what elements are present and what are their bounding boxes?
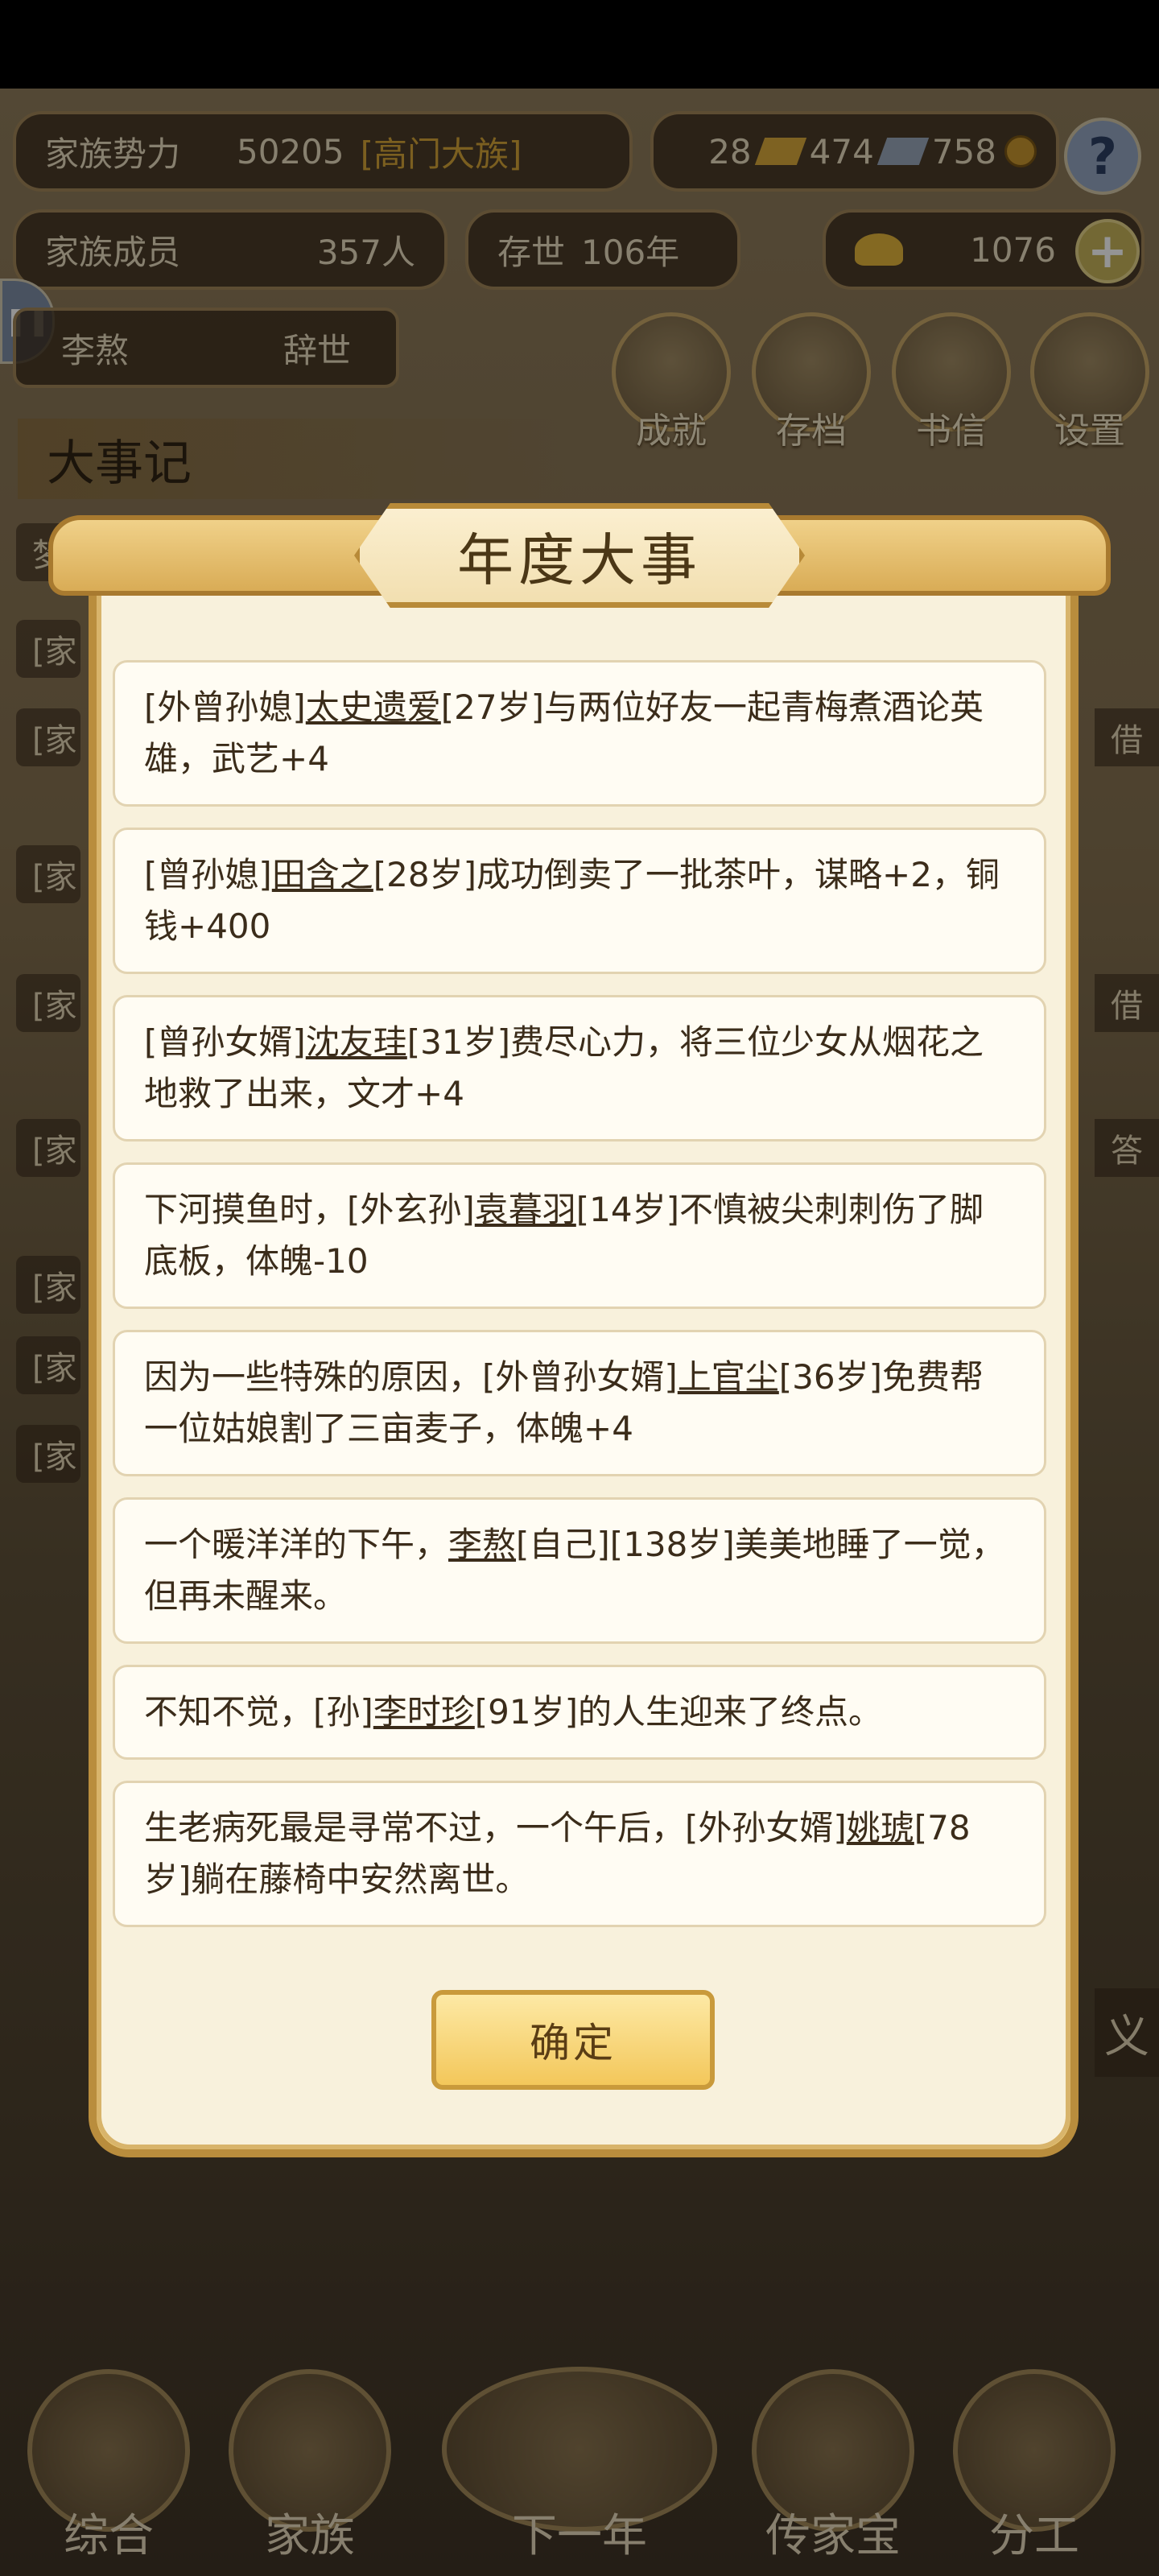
- event-prefix: [曾孙女婿]: [144, 1022, 306, 1062]
- event-prefix: 一个暖洋洋的下午，: [144, 1525, 449, 1564]
- person-link[interactable]: 袁暮羽: [475, 1190, 576, 1229]
- event-item: [曾孙女婿]沈友珪[31岁]费尽心力，将三位少女从烟花之地救了出来，文才+4: [113, 995, 1046, 1141]
- confirm-button[interactable]: 确定: [431, 1990, 715, 2090]
- event-item: 不知不觉，[孙]李时珍[91岁]的人生迎来了终点。: [113, 1665, 1046, 1760]
- event-prefix: [曾孙媳]: [144, 855, 272, 894]
- event-prefix: 因为一些特殊的原因，[外曾孙女婿]: [144, 1357, 678, 1397]
- event-prefix: 生老病死最是寻常不过，一个午后，[外孙女婿]: [144, 1808, 847, 1847]
- person-link[interactable]: 姚琥: [847, 1808, 914, 1847]
- person-link[interactable]: 田含之: [272, 855, 373, 894]
- event-prefix: 不知不觉，[孙]: [144, 1692, 373, 1732]
- event-item: 生老病死最是寻常不过，一个午后，[外孙女婿]姚琥[78岁]躺在藤椅中安然离世。: [113, 1781, 1046, 1927]
- person-link[interactable]: 李熬: [448, 1525, 516, 1564]
- person-link[interactable]: 李时珍: [373, 1692, 475, 1732]
- event-item: [曾孙媳]田含之[28岁]成功倒卖了一批茶叶，谋略+2，铜钱+400: [113, 828, 1046, 974]
- person-link[interactable]: 上官尘: [678, 1357, 779, 1397]
- events-list[interactable]: [外曾孙媳]太史遗爱[27岁]与两位好友一起青梅煮酒论英雄，武艺+4 [曾孙媳]…: [113, 660, 1046, 1940]
- event-item: [外曾孙媳]太史遗爱[27岁]与两位好友一起青梅煮酒论英雄，武艺+4: [113, 660, 1046, 807]
- event-text: [91岁]的人生迎来了终点。: [474, 1692, 883, 1732]
- event-prefix: [外曾孙媳]: [144, 687, 306, 727]
- status-bar: [0, 0, 1159, 89]
- event-item: 一个暖洋洋的下午，李熬[自己][138岁]美美地睡了一觉，但再未醒来。: [113, 1497, 1046, 1644]
- event-prefix: 下河摸鱼时，[外玄孙]: [144, 1190, 475, 1229]
- person-link[interactable]: 沈友珪: [306, 1022, 407, 1062]
- dialog-title: 年度大事: [354, 503, 805, 608]
- person-link[interactable]: 太史遗爱: [306, 687, 441, 727]
- event-item: 因为一些特殊的原因，[外曾孙女婿]上官尘[36岁]免费帮一位姑娘割了三亩麦子，体…: [113, 1330, 1046, 1476]
- event-item: 下河摸鱼时，[外玄孙]袁暮羽[14岁]不慎被尖刺刺伤了脚底板，体魄-10: [113, 1162, 1046, 1309]
